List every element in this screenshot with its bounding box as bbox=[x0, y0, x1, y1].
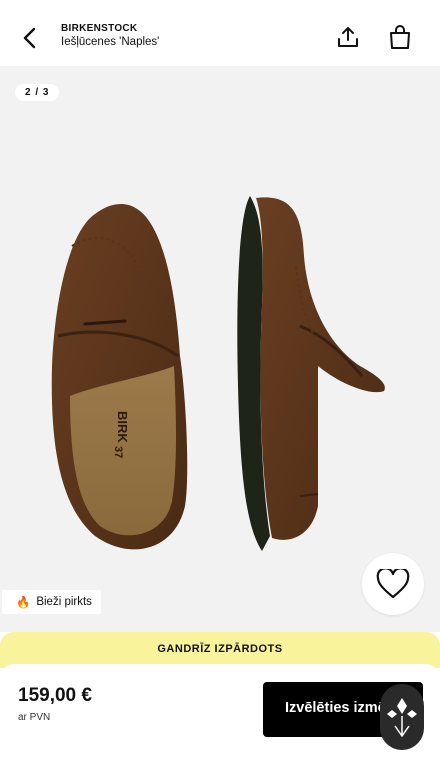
product-name: Iešļūcenes 'Naples' bbox=[61, 36, 160, 48]
low-stock-text: GANDRĪZ IZPĀRDOTS bbox=[157, 643, 283, 655]
product-price: 159,00 € bbox=[18, 685, 92, 706]
share-button[interactable] bbox=[332, 21, 364, 53]
svg-text:BIRK: BIRK bbox=[115, 411, 130, 443]
logo-icon bbox=[387, 698, 417, 738]
back-button[interactable] bbox=[14, 22, 46, 54]
popular-badge: 🔥 Bieži pirkts bbox=[2, 590, 101, 614]
chevron-left-icon bbox=[23, 27, 36, 49]
purchase-panel: 159,00 € ar PVN Izvēlēties izmēru bbox=[0, 664, 440, 768]
vat-note: ar PVN bbox=[18, 712, 51, 723]
low-stock-banner: GANDRĪZ IZPĀRDOTS bbox=[0, 632, 440, 668]
shopping-bag-icon bbox=[390, 25, 410, 49]
floating-logo-badge[interactable] bbox=[380, 684, 424, 750]
share-icon bbox=[338, 27, 358, 47]
fire-icon: 🔥 bbox=[16, 597, 31, 609]
app-header: BIRKENSTOCK Iešļūcenes 'Naples' bbox=[0, 0, 440, 66]
product-image: BIRK 37 bbox=[51, 196, 385, 551]
brand-name: BIRKENSTOCK bbox=[61, 23, 138, 34]
popular-badge-label: Bieži pirkts bbox=[36, 596, 92, 608]
heart-icon bbox=[376, 569, 410, 599]
product-image-gallery[interactable]: 2 / 3 BIRK 37 🔥 Bieži pirkts bbox=[0, 66, 440, 632]
svg-text:37: 37 bbox=[112, 446, 124, 458]
header-titles: BIRKENSTOCK Iešļūcenes 'Naples' bbox=[61, 23, 159, 48]
favorite-button[interactable] bbox=[362, 553, 424, 615]
shopping-bag-button[interactable] bbox=[384, 21, 416, 53]
